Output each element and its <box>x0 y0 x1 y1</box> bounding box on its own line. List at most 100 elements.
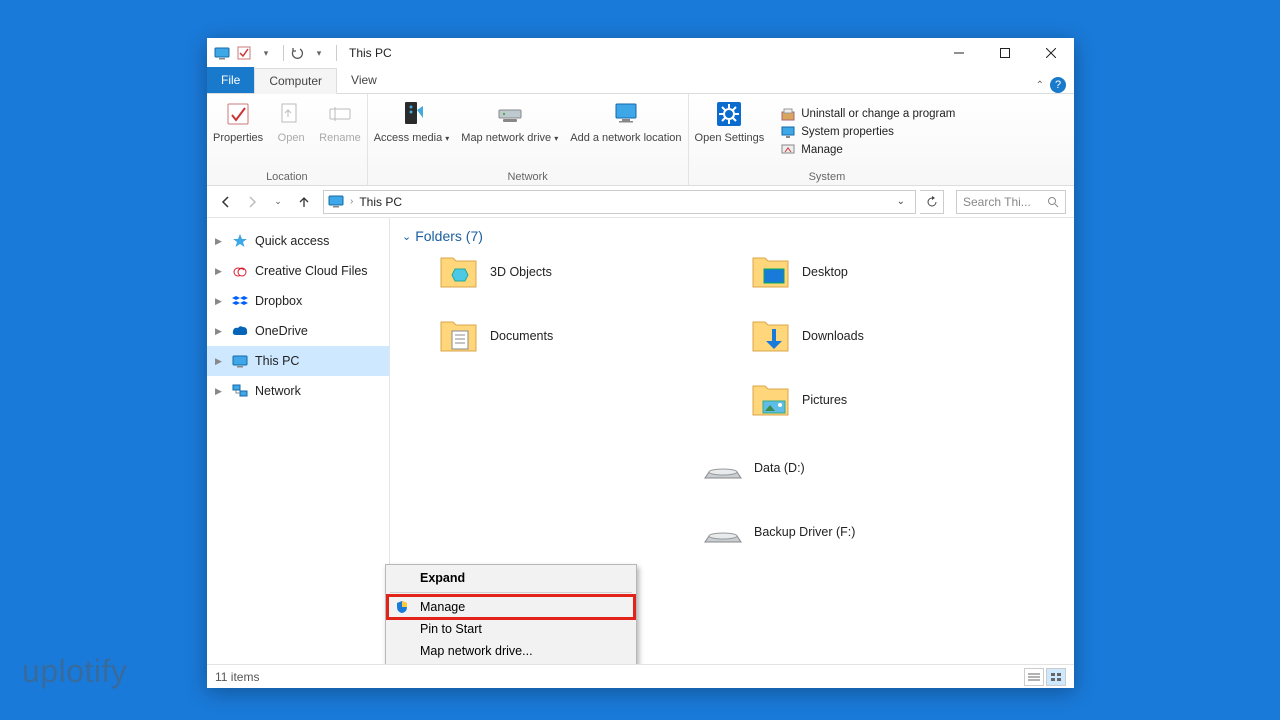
uninstall-icon <box>780 106 796 122</box>
chevron-down-icon[interactable]: ⌄ <box>402 230 411 243</box>
undo-qat-icon[interactable] <box>288 44 306 62</box>
drive-data[interactable]: Data (D:) <box>702 448 1062 488</box>
address-bar[interactable]: › This PC ⌄ <box>323 190 916 214</box>
maximize-button[interactable] <box>982 38 1028 68</box>
tree-dropbox[interactable]: ▶ Dropbox <box>207 286 389 316</box>
this-pc-icon <box>328 194 344 210</box>
address-dropdown-icon[interactable]: ⌄ <box>891 196 911 207</box>
cm-pin-start[interactable]: Pin to Start <box>388 618 634 640</box>
shield-icon <box>394 599 410 615</box>
add-location-button[interactable]: Add a network location <box>564 94 687 170</box>
ribbon-tabs: File Computer View ⌃ ? <box>207 68 1074 94</box>
tab-view[interactable]: View <box>337 67 391 93</box>
system-props-link[interactable]: System properties <box>780 124 955 140</box>
folder-3d-icon <box>438 252 480 292</box>
onedrive-icon <box>231 322 249 340</box>
chevron-right-icon[interactable]: ▶ <box>215 386 225 397</box>
back-button[interactable] <box>215 191 237 213</box>
separator <box>390 592 632 593</box>
group-label: Network <box>368 170 688 185</box>
explorer-icon <box>213 44 231 62</box>
status-item-count: 11 items <box>215 670 259 684</box>
tree-this-pc[interactable]: ▶ This PC <box>207 346 389 376</box>
watermark: uplotify <box>22 653 127 690</box>
qat-dropdown-icon[interactable]: ▾ <box>257 44 275 62</box>
tree-quick-access[interactable]: ▶ Quick access <box>207 226 389 256</box>
tab-file[interactable]: File <box>207 67 254 93</box>
qat-dropdown-icon[interactable]: ▾ <box>310 44 328 62</box>
tree-onedrive[interactable]: ▶ OneDrive <box>207 316 389 346</box>
search-input[interactable]: Search Thi... <box>956 190 1066 214</box>
monitor-icon <box>780 124 796 140</box>
tree-network[interactable]: ▶ Network <box>207 376 389 406</box>
window-title: This PC <box>349 46 392 60</box>
map-drive-button[interactable]: Map network drive ▾ <box>455 94 564 170</box>
properties-button[interactable]: Properties <box>207 94 269 170</box>
chevron-right-icon[interactable]: ▶ <box>215 326 225 337</box>
drive-icon <box>702 448 744 488</box>
rename-button[interactable]: Rename <box>313 94 367 170</box>
star-icon <box>231 232 249 250</box>
access-media-button[interactable]: Access media ▾ <box>368 94 456 170</box>
address-bar-row: ⌄ › This PC ⌄ Search Thi... <box>207 186 1074 218</box>
details-view-button[interactable] <box>1024 668 1044 686</box>
window-controls <box>936 38 1074 68</box>
search-placeholder: Search Thi... <box>963 195 1031 209</box>
navigation-pane: ▶ Quick access ▶ Creative Cloud Files ▶ … <box>207 218 390 664</box>
up-button[interactable] <box>293 191 315 213</box>
folder-documents-icon <box>438 316 480 356</box>
creative-cloud-icon <box>231 262 249 280</box>
ribbon-group-system: Open Settings Uninstall or change a prog… <box>689 94 966 185</box>
cm-manage[interactable]: Manage <box>388 596 634 618</box>
drive-backup[interactable]: Backup Driver (F:) <box>702 512 1062 552</box>
folder-downloads-icon <box>750 316 792 356</box>
open-icon <box>275 100 307 128</box>
folder-pictures-icon <box>750 380 792 420</box>
folder-desktop-icon <box>750 252 792 292</box>
tab-computer[interactable]: Computer <box>254 68 337 94</box>
cm-open-new[interactable]: Open in new window <box>388 662 634 664</box>
breadcrumb[interactable]: This PC <box>359 195 402 209</box>
drive-icon <box>702 512 744 552</box>
folder-downloads[interactable]: Downloads <box>750 316 1062 356</box>
network-icon <box>231 382 249 400</box>
forward-button[interactable] <box>241 191 263 213</box>
properties-qat-icon[interactable] <box>235 44 253 62</box>
chevron-right-icon[interactable]: ▶ <box>215 266 225 277</box>
chevron-right-icon[interactable]: ▶ <box>215 236 225 247</box>
chevron-right-icon[interactable]: ▶ <box>215 356 225 367</box>
folder-desktop[interactable]: Desktop <box>750 252 1062 292</box>
folder-pictures[interactable]: Pictures <box>750 380 1062 420</box>
cm-expand[interactable]: Expand <box>388 567 634 589</box>
close-button[interactable] <box>1028 38 1074 68</box>
recent-dropdown[interactable]: ⌄ <box>267 191 289 213</box>
ribbon-group-location: Properties Open Rename Location <box>207 94 368 185</box>
manage-link[interactable]: Manage <box>780 142 955 158</box>
folder-documents[interactable]: Documents <box>438 316 750 356</box>
icons-view-button[interactable] <box>1046 668 1066 686</box>
separator <box>283 45 284 61</box>
uninstall-link[interactable]: Uninstall or change a program <box>780 106 955 122</box>
minimize-button[interactable] <box>936 38 982 68</box>
settings-gear-icon <box>713 100 745 128</box>
open-button[interactable]: Open <box>269 94 313 170</box>
group-label: System <box>689 170 966 185</box>
group-label: Location <box>207 170 367 185</box>
collapse-ribbon-icon[interactable]: ⌃ <box>1036 80 1044 91</box>
manage-icon <box>780 142 796 158</box>
cm-map-drive[interactable]: Map network drive... <box>388 640 634 662</box>
refresh-button[interactable] <box>920 190 944 214</box>
tree-creative-cloud[interactable]: ▶ Creative Cloud Files <box>207 256 389 286</box>
chevron-right-icon[interactable]: ▶ <box>215 296 225 307</box>
rename-icon <box>324 100 356 128</box>
folder-3d-objects[interactable]: 3D Objects <box>438 252 750 292</box>
server-media-icon <box>396 100 428 128</box>
folders-section-header[interactable]: ⌄ Folders (7) <box>402 228 1062 244</box>
file-explorer-window: ▾ ▾ This PC File Computer View ⌃ ? Pro <box>207 38 1074 688</box>
status-bar: 11 items <box>207 664 1074 688</box>
ribbon-group-network: Access media ▾ Map network drive ▾ Add a… <box>368 94 689 185</box>
dropbox-icon <box>231 292 249 310</box>
help-icon[interactable]: ? <box>1050 77 1066 93</box>
open-settings-button[interactable]: Open Settings <box>689 94 771 170</box>
ribbon: Properties Open Rename Location Access m… <box>207 94 1074 186</box>
